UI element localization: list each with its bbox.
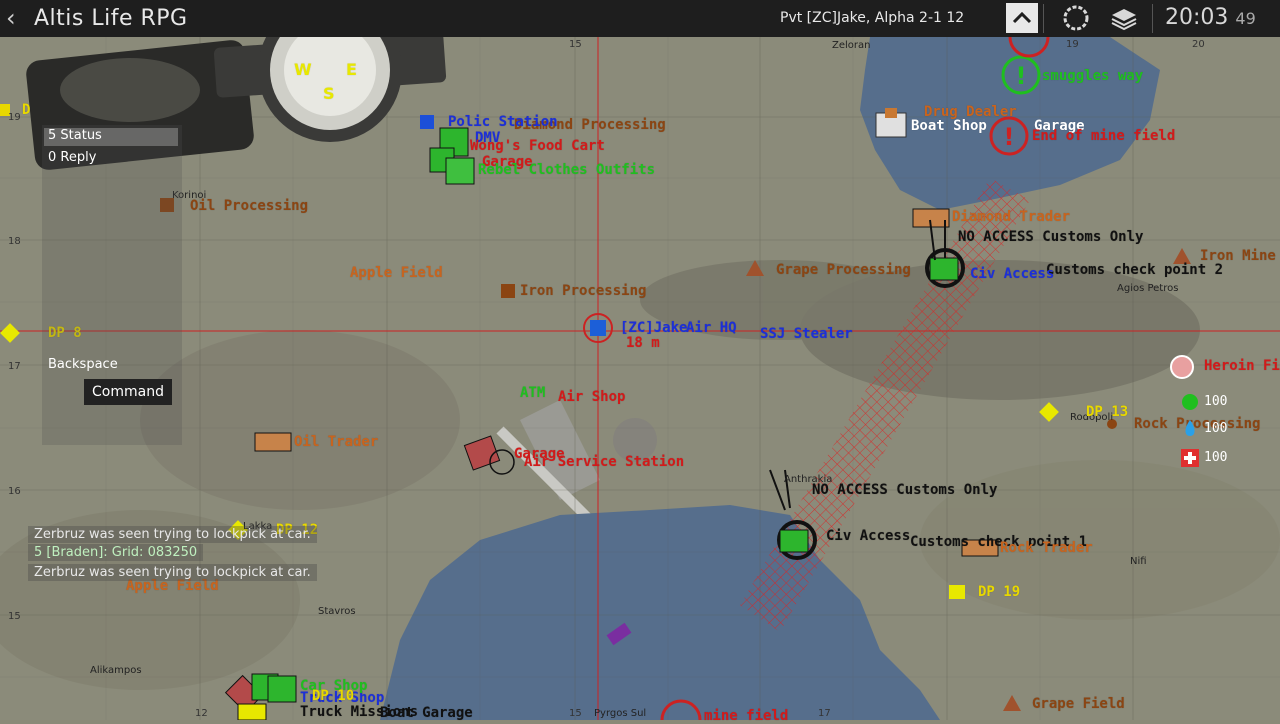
label-mine-field-bottom: mine field <box>704 708 789 724</box>
drug-dealer-icon <box>885 108 897 118</box>
grid-top-19: 19 <box>1066 39 1079 50</box>
command-button[interactable]: Command <box>84 379 172 405</box>
food-icon <box>1182 394 1198 410</box>
label-no-access-2: NO ACCESS Customs Only <box>812 482 998 498</box>
compass-e: E <box>346 60 357 79</box>
label-smugglers-way[interactable]: smuggles way <box>1042 68 1143 84</box>
label-diamond-trader[interactable]: Diamond Trader <box>952 209 1070 225</box>
town-stavros: Stavros <box>318 606 356 617</box>
label-grape-field[interactable]: Grape Field <box>1032 696 1125 712</box>
svg-text:!: ! <box>1016 62 1027 90</box>
town-zeloran: Zeloran <box>832 40 871 51</box>
label-ssj-stealer: SSJ Stealer <box>760 326 853 342</box>
heroin-field-icon <box>1170 355 1194 379</box>
chat-line: Zerbruz was seen trying to lockpick at c… <box>28 564 317 581</box>
label-wongs-food-cart[interactable]: Wong's Food Cart <box>470 138 605 154</box>
grid-left-16: 16 <box>8 486 21 497</box>
label-air-service-station[interactable]: Air Service Station <box>524 454 684 470</box>
label-atm[interactable]: ATM <box>520 385 545 401</box>
label-player: [ZC]Jake <box>620 320 688 336</box>
reply-item[interactable]: 0 Reply <box>48 150 96 165</box>
label-oil-processing[interactable]: Oil Processing <box>190 198 308 214</box>
clock: 20:03 49 <box>1165 5 1256 30</box>
label-no-access-1: NO ACCESS Customs Only <box>958 229 1144 245</box>
label-boat-shop[interactable]: Boat Shop <box>911 118 987 134</box>
collapse-button[interactable] <box>1006 3 1038 33</box>
status-item[interactable]: 5 Status <box>44 128 178 146</box>
label-dp19[interactable]: DP 19 <box>978 584 1020 600</box>
divider <box>1043 4 1044 33</box>
grid-left-19: 19 <box>8 112 21 123</box>
health-value: 100 <box>1204 450 1228 465</box>
layers-icon <box>1111 9 1137 31</box>
town-pyrgos: Pyrgos Sul <box>594 708 647 719</box>
compass-s: S <box>323 84 335 103</box>
iron-processing-icon <box>501 284 515 298</box>
compass-w: W <box>294 60 312 79</box>
town-agios-petros: Agios Petros <box>1117 283 1179 294</box>
gps-button[interactable] <box>1060 3 1092 33</box>
label-rebel-outfits[interactable]: Rebel Clothes Outfits <box>478 162 655 178</box>
clock-hm: 20:03 <box>1165 5 1229 30</box>
label-d: D <box>22 102 31 118</box>
player-info: Pvt [ZC]Jake, Alpha 2-1 12 <box>780 10 965 26</box>
grid-bottom-17: 17 <box>818 708 831 719</box>
oil-trader-icon <box>254 432 292 452</box>
divider <box>1152 4 1153 33</box>
label-rock-trader[interactable]: Rock Trader <box>1000 540 1093 556</box>
label-grape-processing[interactable]: Grape Processing <box>776 262 911 278</box>
layers-button[interactable] <box>1108 3 1140 33</box>
grid-bottom-15: 15 <box>569 708 582 719</box>
health-icon <box>1181 449 1199 467</box>
gps-ring-icon <box>1063 5 1089 31</box>
town-alikampos: Alikampos <box>90 665 142 676</box>
grid-left-15: 15 <box>8 611 21 622</box>
grid-bottom-12: 12 <box>195 708 208 719</box>
label-dp10[interactable]: DP 10 <box>312 688 354 704</box>
label-apple-field-north[interactable]: Apple Field <box>350 265 443 281</box>
label-boat-garage-sw[interactable]: Boat Garage <box>380 705 473 721</box>
label-air-shop[interactable]: Air Shop <box>558 389 625 405</box>
food-value: 100 <box>1204 394 1228 409</box>
label-air-hq[interactable]: Air HQ <box>686 320 737 336</box>
label-police-station[interactable]: Polic Station <box>448 114 558 130</box>
checkpoint1-vehicle <box>779 529 809 553</box>
label-iron-processing[interactable]: Iron Processing <box>520 283 646 299</box>
checkpoint2-vehicle <box>929 257 959 281</box>
label-dp13[interactable]: DP 13 <box>1086 404 1128 420</box>
label-checkpoint-2[interactable]: Customs check point 2 <box>1046 262 1223 278</box>
grid-top-20: 20 <box>1192 39 1205 50</box>
water-icon <box>1185 420 1195 436</box>
water-value: 100 <box>1204 421 1228 436</box>
police-station-icon[interactable] <box>420 115 434 129</box>
label-civ-access-2[interactable]: Civ Access <box>826 528 910 544</box>
chat-line: Zerbruz was seen trying to lockpick at c… <box>28 526 317 543</box>
label-civ-access-1[interactable]: Civ Access <box>970 266 1054 282</box>
town-nifi: Nifi <box>1130 556 1147 567</box>
chevron-left-icon[interactable]: ‹ <box>6 4 16 32</box>
app-title: Altis Life RPG <box>34 6 188 31</box>
label-oil-trader[interactable]: Oil Trader <box>294 434 378 450</box>
label-end-of-mine-field: End of mine field <box>1032 128 1176 144</box>
grid-top-15: 15 <box>569 39 582 50</box>
grid-left-17: 17 <box>8 361 21 372</box>
grid-left-18: 18 <box>8 236 21 247</box>
player-icon <box>590 320 606 336</box>
backspace-hint: Backspace <box>48 357 118 372</box>
svg-text:!: ! <box>1004 123 1015 151</box>
chevron-up-icon <box>1012 11 1032 24</box>
label-heroin-field[interactable]: Heroin Fi <box>1204 358 1280 374</box>
map-canvas[interactable]: ! ! <box>0 0 1280 720</box>
dp19-marker[interactable] <box>949 585 965 599</box>
clock-seconds: 49 <box>1235 9 1256 28</box>
chat-line: 5 [Braden]: Grid: 083250 <box>28 544 204 561</box>
top-bar: ‹ Altis Life RPG Pvt [ZC]Jake, Alpha 2-1… <box>0 0 1280 37</box>
label-distance: 18 m <box>626 335 660 351</box>
